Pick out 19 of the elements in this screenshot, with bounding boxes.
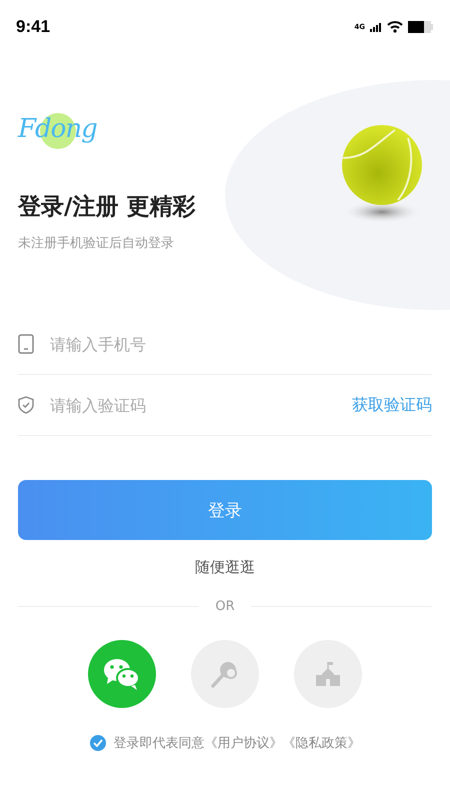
building-icon (314, 660, 342, 688)
status-time: 9:41 (16, 17, 50, 37)
or-label: OR (215, 599, 235, 614)
login-button[interactable]: 登录 (18, 480, 432, 540)
agreement-text: 登录即代表同意《用户协议》《隐私政策》 (114, 735, 360, 752)
page-heading: 登录/注册 更精彩 (18, 193, 196, 222)
checkmark-icon (92, 739, 102, 747)
shield-check-icon (18, 396, 34, 414)
get-code-link[interactable]: 获取验证码 (352, 394, 432, 416)
phone-icon (18, 334, 34, 354)
racket-icon (210, 659, 240, 689)
input-field[interactable]: 请输入手机号 (48, 334, 432, 354)
agreement-checkbox[interactable] (90, 735, 106, 751)
battery-icon (408, 21, 434, 33)
input-field[interactable]: 请输入验证码 (48, 394, 338, 416)
signal-icon (370, 22, 382, 32)
browse-link[interactable]: 随便逛逛 (195, 558, 255, 577)
wifi-icon (387, 21, 403, 33)
subtitle: 未注册手机验证后自动登录 (18, 235, 175, 252)
